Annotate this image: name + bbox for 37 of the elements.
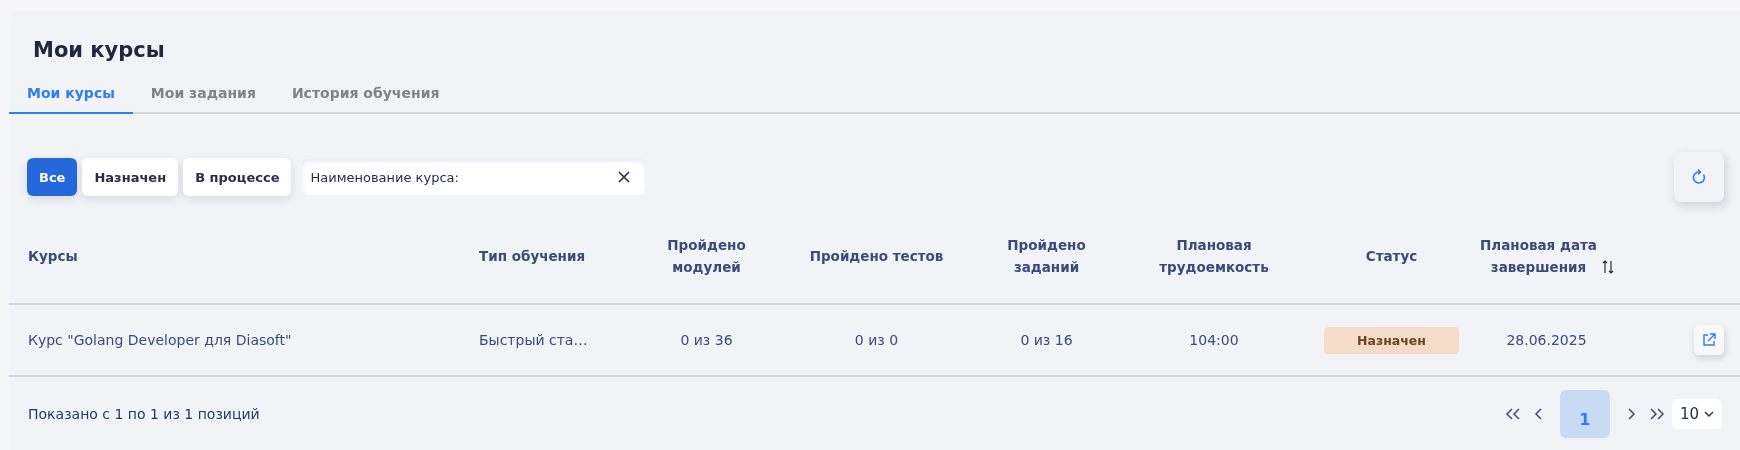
column-header: Плановая дата завершения [1479, 236, 1598, 277]
table-cell: 104:00 [1189, 332, 1239, 348]
column-header: Пройдено модулей [666, 236, 747, 277]
table-cell: 0 из 16 [1020, 332, 1073, 348]
tab[interactable]: История обучения [273, 85, 458, 114]
sort-icon[interactable] [1602, 260, 1614, 274]
column-header: Пройдено тестов [809, 247, 944, 266]
close-icon[interactable] [618, 171, 631, 183]
status-badge: Назначен [1324, 326, 1459, 354]
table-cell: 28.06.2025 [1506, 332, 1587, 348]
next-page-icon[interactable] [1625, 407, 1636, 421]
pagination-summary: Показано с 1 по 1 из 1 позиций [28, 406, 260, 422]
search-field[interactable]: Наименование курса: [302, 159, 647, 195]
page-button[interactable]: 1 [1559, 390, 1610, 438]
column-header: Статус [1365, 247, 1418, 266]
tab[interactable]: Мои задания [132, 85, 274, 114]
column-header: Курсы [28, 247, 78, 266]
refresh-icon [1690, 168, 1708, 186]
column-header: Тип обучения [479, 247, 586, 266]
table-cell: 0 из 36 [680, 332, 733, 348]
page-size-select[interactable]: 10 [1671, 399, 1722, 429]
last-page-icon[interactable] [1647, 407, 1666, 421]
chevron-down-icon [1704, 410, 1714, 418]
table-cell: 0 из 0 [854, 332, 899, 348]
external-link-icon [1701, 332, 1717, 348]
filter-button[interactable]: Все [27, 158, 78, 196]
filter-button[interactable]: Назначен [82, 158, 179, 196]
column-header: Пройдено заданий [1006, 236, 1087, 277]
tab[interactable]: Мои курсы [9, 85, 133, 114]
previous-page-icon[interactable] [1533, 407, 1544, 421]
first-page-icon[interactable] [1503, 407, 1522, 421]
open-link-button[interactable] [1694, 325, 1724, 355]
table-cell: Курс "Golang Developer для Diasoft" [28, 332, 292, 348]
table-cell: Быстрый ста… [479, 332, 588, 348]
column-header: Плановая трудоемкость [1158, 236, 1270, 277]
filter-button[interactable]: В процессе [183, 158, 292, 196]
page-title: Мои курсы [33, 37, 165, 63]
